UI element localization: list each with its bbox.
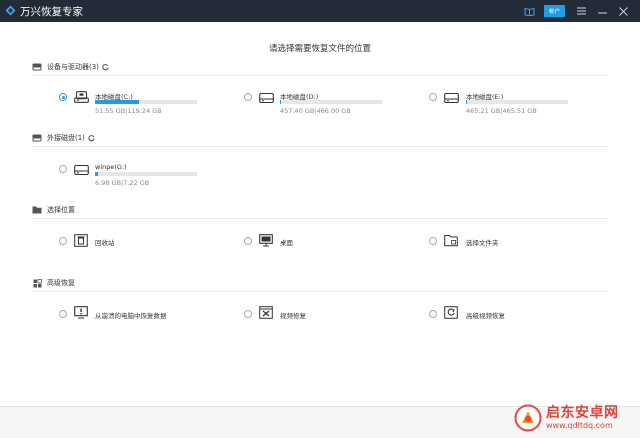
account-button[interactable]: 帐户 [544, 5, 565, 17]
divider [32, 75, 608, 76]
divider [32, 218, 608, 219]
drive-size-e: 465.21 GB|465.51 GB [466, 107, 537, 115]
folder-icon[interactable] [444, 234, 458, 247]
drive-radio-e[interactable] [429, 93, 437, 101]
close-button[interactable] [617, 4, 629, 18]
section-advanced-title: 高级恢复 [47, 279, 75, 287]
watermark-logo-icon [514, 404, 542, 432]
section-advanced-header: 高级恢复 [32, 278, 75, 288]
advanced-label-video-repair[interactable]: 视频修复 [280, 310, 306, 320]
section-devices-title: 设备与驱动器(3) [47, 63, 99, 71]
drive-icon[interactable] [74, 164, 89, 176]
grid-icon [32, 278, 42, 288]
section-location-header: 选择位置 [32, 205, 75, 215]
drive-usage-fill-c [95, 100, 139, 104]
section-external-title: 外接磁盘(1) [47, 134, 85, 142]
app-logo-icon [5, 5, 16, 16]
drive-usage-bar-c [95, 100, 197, 104]
refresh-icon[interactable] [102, 63, 109, 71]
refresh-icon[interactable] [88, 134, 95, 142]
drive-radio-g[interactable] [59, 165, 67, 173]
drive-usage-fill-e [466, 100, 468, 104]
section-external-header: 外接磁盘(1) [32, 133, 95, 143]
drive-usage-bar-d [280, 100, 382, 104]
drive-usage-bar-g [95, 172, 197, 176]
section-location-title: 选择位置 [47, 206, 75, 214]
divider [32, 146, 608, 147]
drive-radio-c[interactable] [59, 93, 67, 101]
minimize-button[interactable] [596, 4, 608, 18]
location-radio-desktop[interactable] [244, 237, 252, 245]
location-radio-recycle-bin[interactable] [59, 237, 67, 245]
site-watermark: 启东安卓网 www.qdltdq.com [512, 400, 640, 438]
recycle-bin-icon[interactable] [74, 234, 88, 247]
video-repair-icon[interactable] [259, 306, 273, 319]
advanced-radio-advanced-video[interactable] [429, 310, 437, 318]
folder-icon [32, 205, 42, 215]
drive-usage-bar-e [466, 100, 568, 104]
drive-name-g[interactable]: winpe(G:) [95, 163, 127, 171]
hamburger-menu-icon [576, 7, 586, 15]
drive-radio-d[interactable] [244, 93, 252, 101]
external-disk-icon [32, 133, 42, 143]
drive-size-c: 51.55 GB|119.24 GB [95, 107, 162, 115]
advanced-label-crash-recovery[interactable]: 从崩溃的电脑中恢复数据 [95, 310, 167, 320]
section-devices-header: 设备与驱动器(3) [32, 62, 109, 72]
menu-button[interactable] [575, 4, 587, 18]
title-bar: 万兴恢复专家 帐户 [0, 0, 640, 22]
drive-usage-fill-d [280, 100, 282, 104]
location-radio-folder[interactable] [429, 237, 437, 245]
hard-drive-icon [32, 62, 42, 72]
drive-icon[interactable] [259, 92, 274, 104]
book-icon [524, 7, 534, 16]
advanced-label-advanced-video[interactable]: 高级视频恢复 [466, 310, 505, 320]
drive-size-g: 6.98 GB|7.22 GB [95, 179, 150, 187]
drive-icon[interactable] [74, 91, 89, 103]
desktop-icon[interactable] [259, 234, 273, 247]
location-label-folder[interactable]: 选择文件夹 [466, 237, 499, 247]
minimize-icon [597, 12, 607, 14]
advanced-radio-video-repair[interactable] [244, 310, 252, 318]
advanced-radio-crash-recovery[interactable] [59, 310, 67, 318]
advanced-video-icon[interactable] [444, 306, 458, 319]
drive-size-d: 457.40 GB|466.00 GB [280, 107, 351, 115]
divider [32, 291, 608, 292]
drive-usage-fill-g [95, 172, 99, 176]
close-icon [618, 6, 628, 16]
location-label-recycle-bin[interactable]: 回收站 [95, 237, 115, 247]
app-title: 万兴恢复专家 [20, 6, 83, 18]
drive-icon[interactable] [444, 92, 459, 104]
crash-computer-icon[interactable] [74, 306, 88, 319]
page-title: 请选择需要恢复文件的位置 [268, 44, 371, 54]
location-label-desktop[interactable]: 桌面 [280, 237, 293, 247]
watermark-url: www.qdltdq.com [546, 421, 613, 430]
guide-book-button[interactable] [522, 4, 536, 18]
watermark-name: 启东安卓网 [546, 405, 619, 421]
